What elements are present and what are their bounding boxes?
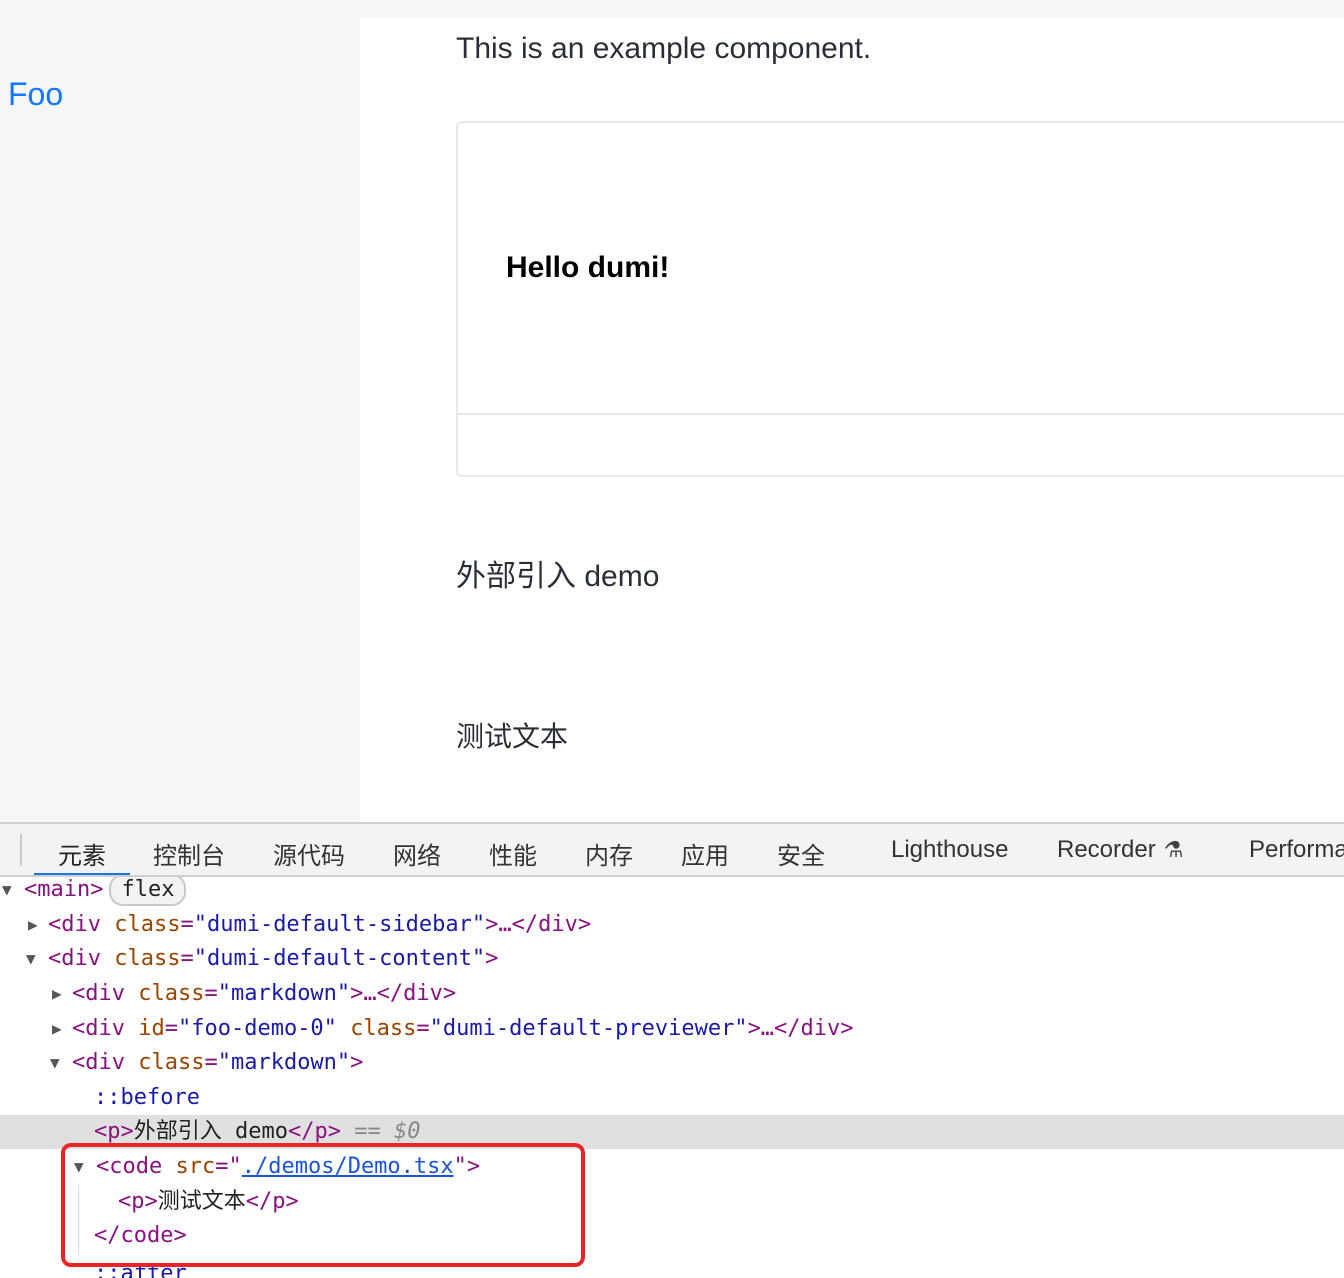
selected-marker: == $0	[354, 1119, 421, 1144]
attr-value: "dumi-default-previewer"	[429, 1016, 748, 1041]
tab-security[interactable]: 安全	[777, 836, 825, 871]
tag-open: <div	[48, 912, 115, 937]
dom-node-main[interactable]: ▼ <main> flex	[0, 877, 1344, 907]
content-area: This is an example component. Hello dumi…	[360, 18, 1344, 822]
tag-open: <div	[72, 981, 139, 1006]
demo-previewer: Hello dumi!	[456, 121, 1344, 477]
tag-close: >	[485, 946, 499, 971]
pseudo-before: ::before	[94, 1085, 200, 1110]
tab-performance-cn[interactable]: 性能	[489, 836, 537, 871]
attr-eq: =	[180, 912, 194, 937]
attr-value: "markdown"	[217, 981, 351, 1006]
dom-node-content[interactable]: ▼ <div class="dumi-default-content">	[0, 942, 1344, 976]
dom-node-previewer[interactable]: ▶ <div id="foo-demo-0" class="dumi-defau…	[0, 1012, 1344, 1046]
attr-eq: =	[204, 1050, 218, 1075]
tab-memory[interactable]: 内存	[585, 836, 633, 871]
tab-network[interactable]: 网络	[393, 836, 441, 871]
collapse-triangle-icon[interactable]: ▶	[28, 908, 38, 942]
main-tag: <main>	[24, 877, 104, 902]
tag-open: <p>	[94, 1119, 134, 1144]
attr-name: id	[138, 1016, 165, 1041]
attr-eq: =	[416, 1016, 430, 1041]
attr-eq: =	[180, 946, 194, 971]
expand-triangle-icon[interactable]: ▼	[50, 1046, 60, 1080]
sidebar: Foo	[0, 18, 360, 822]
external-demo-heading: 外部引入 demo	[456, 560, 660, 593]
attr-eq: =	[164, 1016, 178, 1041]
top-strip	[0, 0, 1344, 18]
tag-close: >…</div>	[350, 981, 457, 1006]
tab-sources[interactable]: 源代码	[273, 836, 345, 871]
tag-open: <div	[72, 1050, 139, 1075]
tab-console[interactable]: 控制台	[153, 836, 225, 871]
dom-node-sidebar[interactable]: ▶ <div class="dumi-default-sidebar">…</d…	[0, 908, 1344, 942]
attr-value: "dumi-default-content"	[193, 946, 486, 971]
devtools-tab-bar: 元素 控制台 源代码 网络 性能 内存 应用 安全 Lighthouse Rec…	[0, 822, 1344, 877]
attr-name: class	[350, 1016, 417, 1041]
previewer-demo-area: Hello dumi!	[458, 123, 1344, 415]
flask-icon: ⚗	[1163, 837, 1184, 862]
tag-close: >…</div>	[485, 912, 592, 937]
attr-eq: =	[204, 981, 218, 1006]
collapse-triangle-icon[interactable]: ▶	[52, 1012, 62, 1046]
tab-recorder[interactable]: Recorder ⚗	[1057, 836, 1183, 864]
attr-name: class	[138, 1050, 205, 1075]
intro-text: This is an example component.	[456, 32, 872, 65]
text-node: 外部引入 demo	[133, 1119, 288, 1144]
tag-close: >…</div>	[747, 1016, 854, 1041]
dom-node-before[interactable]: ::before	[0, 1081, 1344, 1115]
tab-divider	[20, 834, 22, 866]
flex-badge[interactable]: flex	[109, 877, 187, 906]
attr-name: class	[114, 946, 181, 971]
collapse-triangle-icon[interactable]: ▶	[52, 977, 62, 1011]
attr-value: "markdown"	[217, 1050, 351, 1075]
sidebar-link-foo[interactable]: Foo	[8, 76, 63, 113]
tag-open: <div	[72, 1016, 139, 1041]
tab-recorder-label: Recorder	[1057, 836, 1156, 863]
tag-close: </p>	[287, 1119, 341, 1144]
preview-text: Hello dumi!	[506, 251, 670, 284]
tab-performance[interactable]: Performa	[1249, 836, 1344, 864]
tag-open: <div	[48, 946, 115, 971]
dom-node-markdown-1[interactable]: ▶ <div class="markdown">…</div>	[0, 977, 1344, 1011]
tab-elements[interactable]: 元素	[58, 836, 106, 871]
expand-triangle-icon[interactable]: ▼	[2, 877, 12, 907]
tag-close: >	[350, 1050, 364, 1075]
tab-application[interactable]: 应用	[681, 836, 729, 871]
attr-name: class	[114, 912, 181, 937]
attr-value: "dumi-default-sidebar"	[193, 912, 486, 937]
attr-value: "foo-demo-0"	[177, 1016, 337, 1041]
highlight-annotation-box	[61, 1143, 585, 1267]
dom-node-markdown-2[interactable]: ▼ <div class="markdown">	[0, 1046, 1344, 1080]
test-text: 测试文本	[456, 721, 569, 752]
tab-lighthouse[interactable]: Lighthouse	[891, 836, 1008, 864]
attr-name: class	[138, 981, 205, 1006]
expand-triangle-icon[interactable]: ▼	[26, 942, 36, 976]
